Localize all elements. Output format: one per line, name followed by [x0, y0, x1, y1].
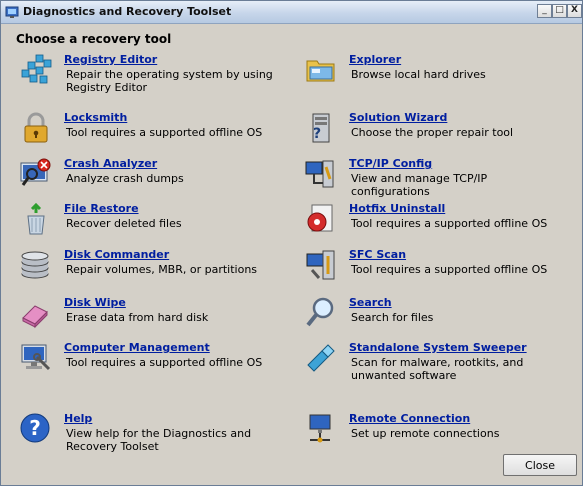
close-window-button[interactable]: X	[567, 4, 582, 18]
lock-icon	[24, 112, 48, 143]
tool-explorer: Explorer Browse local hard drives	[304, 53, 564, 97]
tool-description: Tool requires a supported offline OS	[351, 263, 548, 276]
tool-name[interactable]: Help	[64, 412, 92, 425]
tool-standalone-system-sweeper: Standalone System Sweeper Scan for malwa…	[304, 341, 564, 385]
tool-description: Choose the proper repair tool	[351, 126, 514, 139]
dart-window: Diagnostics and Recovery Toolset _ □ X C…	[0, 0, 583, 486]
tool-name[interactable]: Explorer	[349, 53, 401, 66]
maximize-button[interactable]: □	[552, 4, 567, 18]
wizard-icon: ?	[312, 113, 330, 143]
help-icon: ?	[20, 413, 50, 443]
title-bar[interactable]: Diagnostics and Recovery Toolset _ □ X	[1, 1, 582, 24]
tool-name[interactable]: Solution Wizard	[349, 111, 447, 124]
tool-crash-analyzer: Crash Analyzer Analyze crash dumps	[19, 157, 279, 201]
tool-description: Search for files	[351, 311, 434, 324]
tool-name[interactable]: Search	[349, 296, 392, 309]
tool-name[interactable]: Disk Commander	[64, 248, 169, 261]
tool-sfc-scan: SFC Scan Tool requires a supported offli…	[304, 248, 564, 292]
tool-name[interactable]: File Restore	[64, 202, 139, 215]
tool-name[interactable]: Standalone System Sweeper	[349, 341, 527, 354]
tool-registry-editor: Registry Editor Repair the operating sys…	[19, 53, 279, 97]
tool-name[interactable]: Hotfix Uninstall	[349, 202, 445, 215]
tool-description: Analyze crash dumps	[66, 172, 184, 185]
tool-name[interactable]: SFC Scan	[349, 248, 406, 261]
explorer-icon	[306, 60, 335, 82]
window-title: Diagnostics and Recovery Toolset	[23, 5, 232, 18]
tool-name[interactable]: Registry Editor	[64, 53, 157, 66]
tool-description: Browse local hard drives	[351, 68, 486, 81]
tool-description: Repair the operating system by using Reg…	[66, 68, 273, 94]
tool-name[interactable]: Locksmith	[64, 111, 127, 124]
tool-search: Search Search for files	[304, 296, 564, 340]
tool-description: Erase data from hard disk	[66, 311, 209, 324]
tool-name[interactable]: Disk Wipe	[64, 296, 126, 309]
app-icon	[5, 6, 19, 18]
computer-management-icon	[21, 344, 51, 371]
tool-disk-commander: Disk Commander Repair volumes, MBR, or p…	[19, 248, 279, 292]
tool-description: Set up remote connections	[351, 427, 500, 440]
tool-disk-wipe: Disk Wipe Erase data from hard disk	[19, 296, 279, 340]
tool-remote-connection: Remote Connection Set up remote connecti…	[304, 412, 564, 456]
tool-description: View and manage TCP/IP configurations	[351, 172, 488, 198]
tool-name[interactable]: Computer Management	[64, 341, 210, 354]
tool-description: Tool requires a supported offline OS	[66, 356, 263, 369]
tool-tcpip-config: TCP/IP Config View and manage TCP/IP con…	[304, 157, 564, 201]
remote-connection-icon	[309, 414, 331, 443]
hotfix-icon	[307, 204, 333, 232]
tool-computer-management: Computer Management Tool requires a supp…	[19, 341, 279, 385]
tool-description: Tool requires a supported offline OS	[351, 217, 548, 230]
minimize-button[interactable]: _	[537, 4, 552, 18]
tool-name[interactable]: Remote Connection	[349, 412, 470, 425]
tool-description: View help for the Diagnostics and Recove…	[66, 427, 252, 453]
section-heading: Choose a recovery tool	[16, 32, 172, 46]
crash-analyzer-icon	[20, 158, 51, 186]
tool-solution-wizard: ? Solution Wizard Choose the proper repa…	[304, 111, 564, 155]
recycle-bin-icon	[27, 202, 45, 235]
disk-icon	[21, 251, 49, 279]
registry-icon	[21, 54, 52, 84]
flashlight-icon	[307, 344, 335, 372]
magnifier-icon	[306, 297, 334, 327]
svg-text:?: ?	[29, 416, 41, 440]
sfc-icon	[306, 250, 335, 280]
tool-name[interactable]: TCP/IP Config	[349, 157, 432, 170]
tool-description: Scan for malware, rootkits, and unwanted…	[351, 356, 524, 382]
tool-hotfix-uninstall: Hotfix Uninstall Tool requires a support…	[304, 202, 564, 246]
tool-file-restore: File Restore Recover deleted files	[19, 202, 279, 246]
tool-name[interactable]: Crash Analyzer	[64, 157, 157, 170]
tool-description: Recover deleted files	[66, 217, 182, 230]
tool-description: Tool requires a supported offline OS	[66, 126, 263, 139]
eraser-icon	[22, 305, 48, 329]
tool-description: Repair volumes, MBR, or partitions	[66, 263, 258, 276]
tool-help: ? Help View help for the Diagnostics and…	[19, 412, 279, 456]
svg-text:?: ?	[313, 126, 321, 142]
close-button[interactable]: Close	[503, 454, 577, 476]
tool-locksmith: Locksmith Tool requires a supported offl…	[19, 111, 279, 155]
network-config-icon	[305, 160, 334, 188]
